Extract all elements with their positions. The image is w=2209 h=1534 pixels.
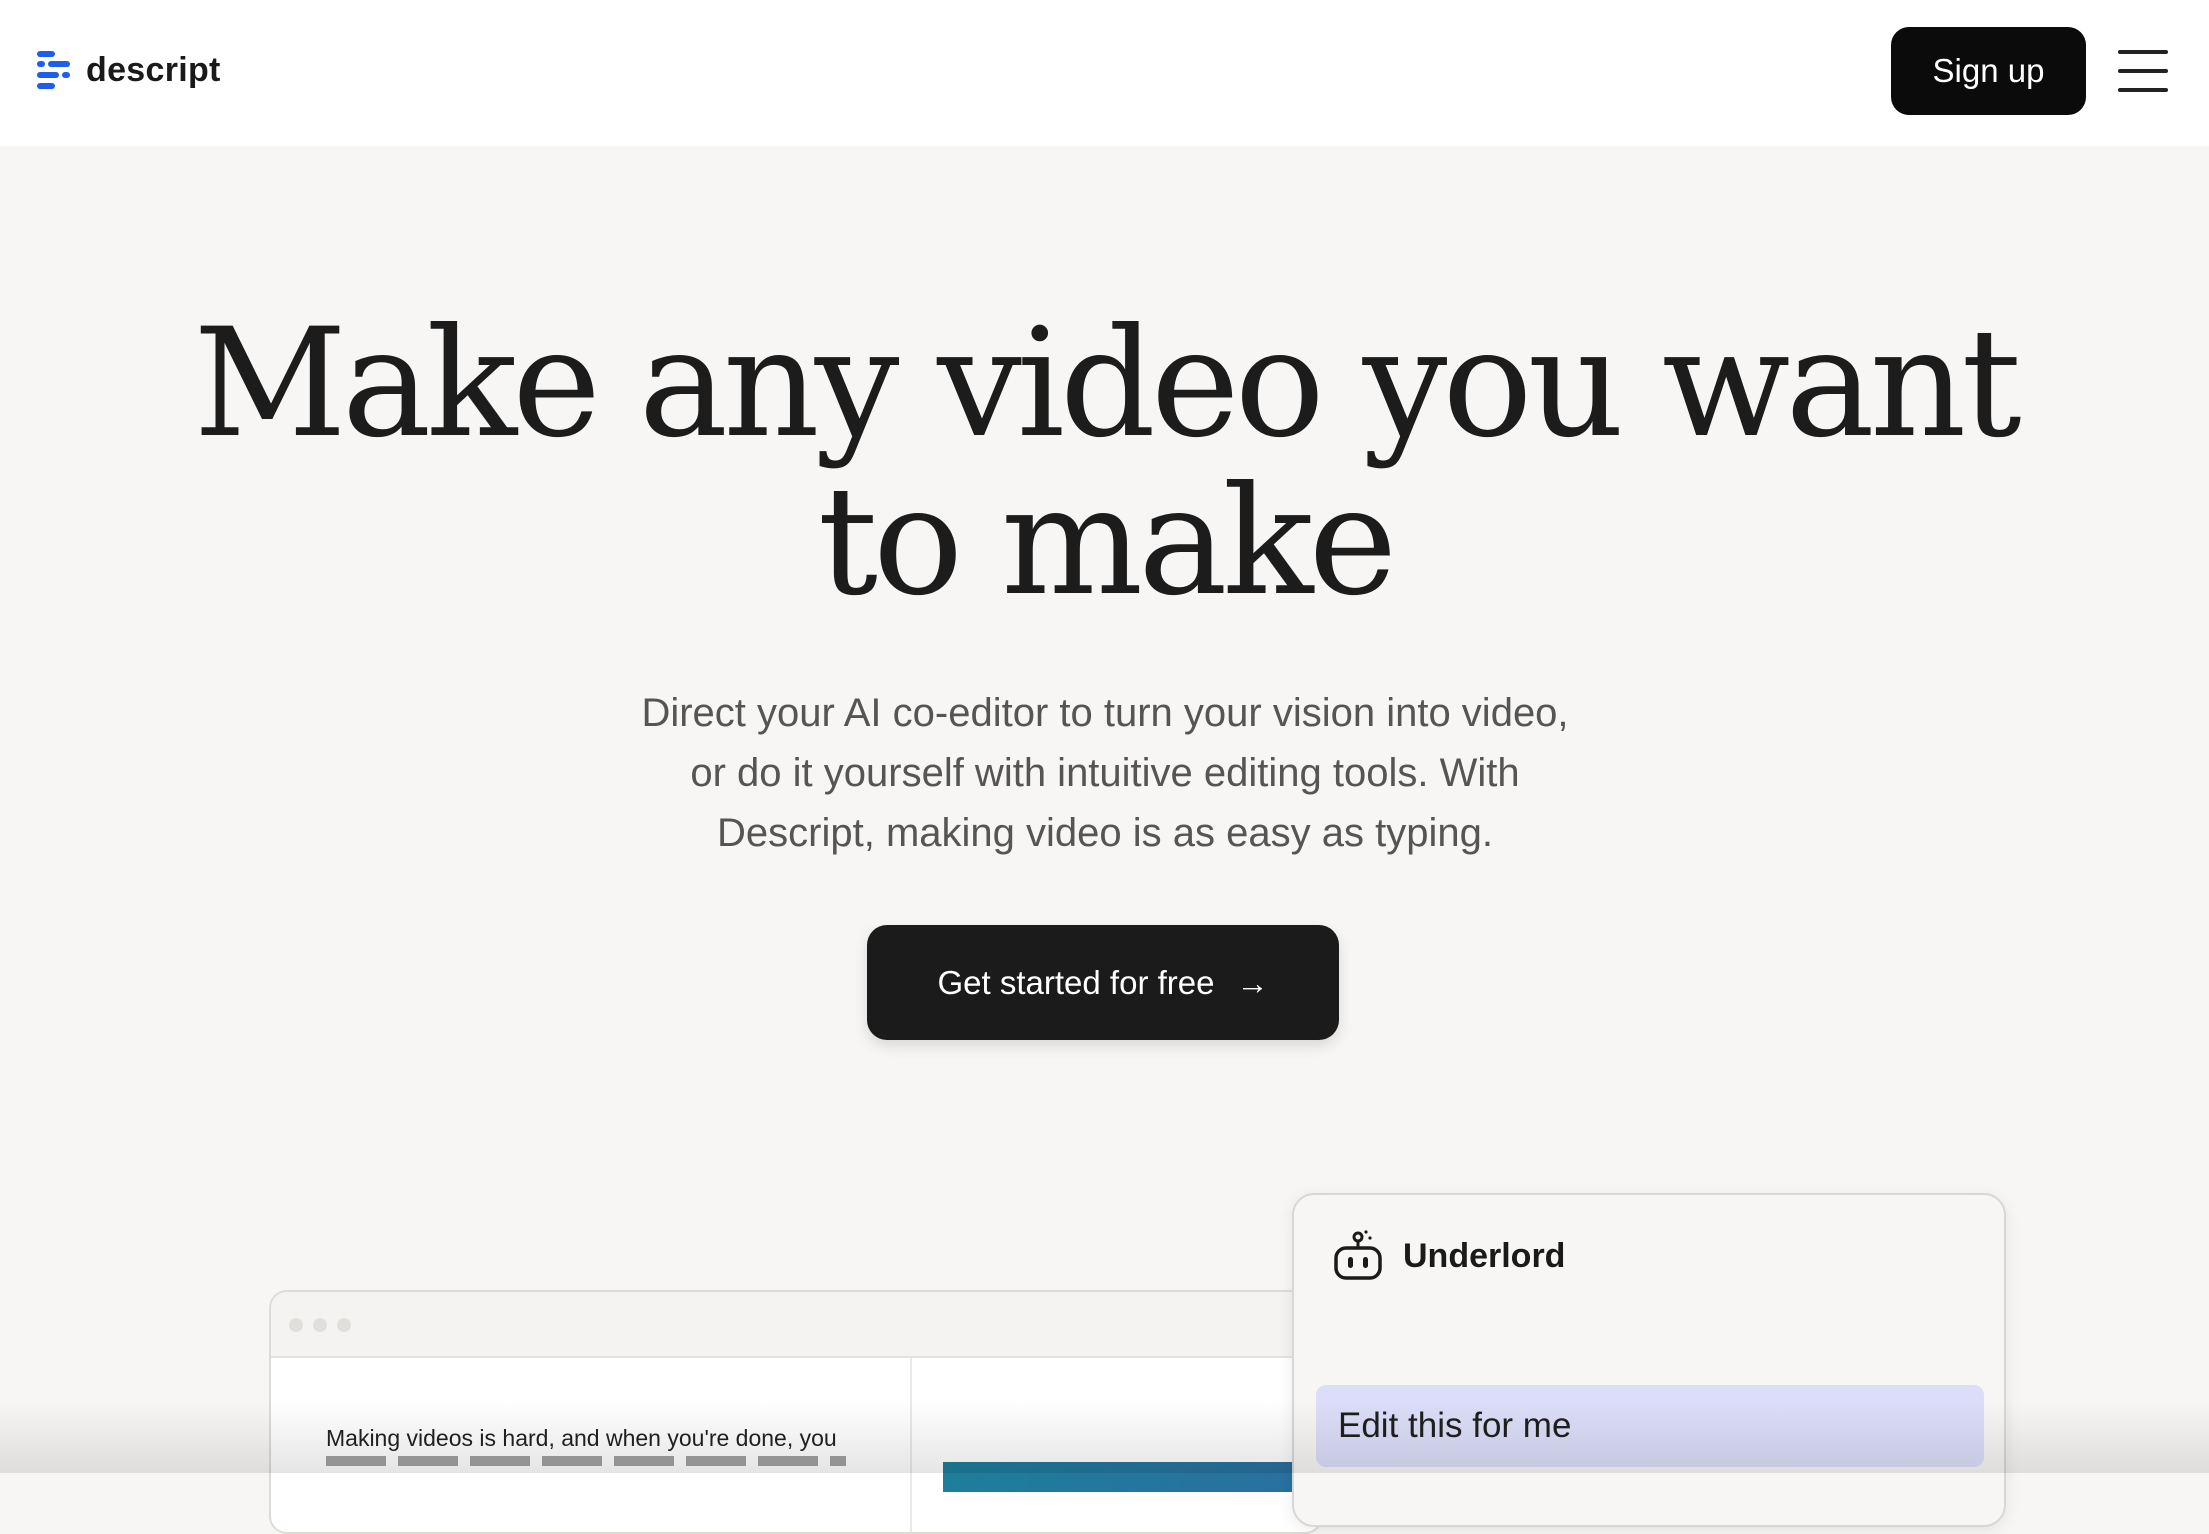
- sign-up-button[interactable]: Sign up: [1891, 27, 2086, 115]
- transcript-next-line: [326, 1456, 846, 1466]
- get-started-button[interactable]: Get started for free →: [867, 925, 1339, 1040]
- pane-divider: [910, 1358, 912, 1532]
- arrow-right-icon: →: [1236, 964, 1269, 1001]
- robot-icon: [1334, 1230, 1382, 1280]
- video-preview[interactable]: [943, 1462, 1321, 1492]
- descript-logo-icon: [37, 51, 70, 89]
- descript-logo[interactable]: descript: [34, 48, 221, 92]
- transcript-text[interactable]: Making videos is hard, and when you're d…: [326, 1420, 886, 1456]
- hero-headline: Make any video you want to make: [150, 305, 2060, 621]
- underlord-title: Underlord: [1403, 1237, 1566, 1275]
- headline-line-1: Make any video you want: [193, 297, 2021, 471]
- edit-suggestion-chip[interactable]: Edit this for me: [1316, 1385, 1984, 1467]
- subhead-line-1: Direct your AI co-editor to turn your vi…: [641, 691, 1569, 735]
- window-control-dot: [313, 1318, 327, 1332]
- logo-wordmark: descript: [86, 51, 221, 89]
- subhead-line-2: or do it yourself with intuitive editing…: [690, 751, 1520, 795]
- get-started-label: Get started for free: [937, 963, 1215, 1001]
- subhead-line-3: Descript, making video is as easy as typ…: [717, 811, 1493, 855]
- hamburger-menu-icon[interactable]: [2118, 48, 2168, 94]
- window-control-dot: [337, 1318, 351, 1332]
- app-preview-window: Making videos is hard, and when you're d…: [269, 1290, 1323, 1534]
- window-control-dot: [289, 1318, 303, 1332]
- site-header: descript Sign up: [0, 0, 2209, 146]
- underlord-panel: Underlord Edit this for me: [1292, 1193, 2006, 1527]
- headline-line-2: to make: [817, 455, 1398, 629]
- window-titlebar: [271, 1292, 1321, 1358]
- hero-subheading: Direct your AI co-editor to turn your vi…: [560, 683, 1650, 863]
